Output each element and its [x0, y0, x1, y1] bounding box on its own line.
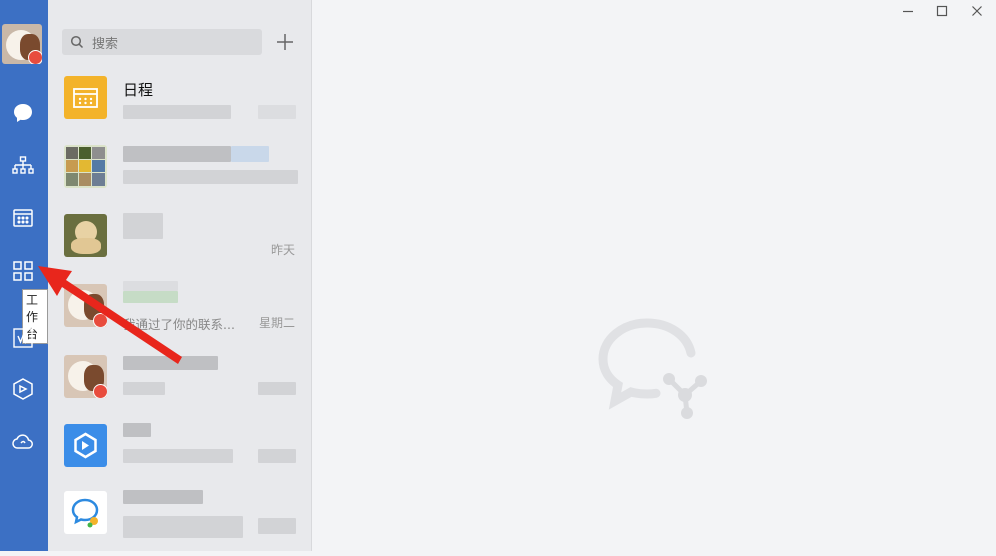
list-item[interactable]: 我通过了你的联系... 星期二 — [48, 281, 311, 349]
apps-icon[interactable] — [8, 374, 38, 404]
status-badge — [28, 50, 42, 64]
list-item[interactable] — [48, 352, 311, 420]
contact-avatar — [64, 284, 107, 327]
blurred-time — [258, 105, 296, 119]
close-icon[interactable] — [965, 2, 989, 20]
puppy-avatar — [64, 214, 107, 257]
app-avatar — [64, 424, 107, 467]
blurred-title — [123, 356, 218, 370]
list-item[interactable] — [48, 488, 311, 556]
blurred-title-tag — [231, 146, 269, 162]
cloud-icon[interactable] — [8, 426, 38, 456]
list-item[interactable]: 日程 — [48, 73, 311, 141]
workbench-icon[interactable] — [8, 256, 38, 286]
message-icon[interactable] — [8, 98, 38, 128]
conversation-list: 搜索 日程 昨天 我通过了你的联系... 星期二 — [48, 0, 311, 551]
list-item[interactable]: 昨天 — [48, 211, 311, 279]
minimize-icon[interactable] — [896, 2, 920, 20]
blurred-title — [123, 490, 203, 504]
blurred-time — [258, 382, 296, 395]
user-avatar[interactable] — [2, 24, 42, 64]
status-badge — [93, 313, 107, 327]
add-button[interactable] — [272, 28, 298, 56]
list-item[interactable] — [48, 421, 311, 489]
blurred-title — [123, 423, 151, 437]
contact-avatar — [64, 355, 107, 398]
conversation-preview: 我通过了你的联系... — [123, 317, 235, 332]
blurred-title — [123, 291, 178, 303]
group-avatar — [64, 145, 107, 188]
blurred-title — [123, 213, 163, 239]
blurred-preview — [123, 105, 231, 119]
wecom-app-avatar — [64, 491, 107, 534]
search-placeholder: 搜索 — [92, 36, 119, 52]
calendar-icon[interactable] — [8, 203, 38, 233]
sidebar: 工作台 — [0, 0, 48, 551]
list-item[interactable] — [48, 142, 311, 210]
blurred-preview — [123, 170, 298, 184]
blurred-time — [258, 449, 296, 463]
blurred-preview — [123, 382, 165, 395]
doc-icon[interactable] — [8, 323, 38, 353]
search-icon — [62, 35, 92, 49]
status-badge — [93, 384, 107, 398]
conversation-time: 昨天 — [270, 243, 295, 257]
wecom-logo-watermark — [597, 315, 722, 424]
chat-area — [312, 0, 996, 551]
maximize-icon[interactable] — [930, 2, 954, 20]
search-box[interactable]: 搜索 — [62, 29, 262, 55]
conversation-time: 星期二 — [258, 316, 295, 330]
blurred-title — [123, 281, 178, 291]
schedule-app-icon — [64, 76, 107, 119]
conversation-title: 日程 — [123, 81, 154, 99]
blurred-preview — [123, 516, 243, 538]
blurred-preview — [123, 449, 233, 463]
blurred-time — [258, 518, 296, 534]
blurred-title — [123, 146, 231, 162]
contacts-icon[interactable] — [8, 151, 38, 181]
